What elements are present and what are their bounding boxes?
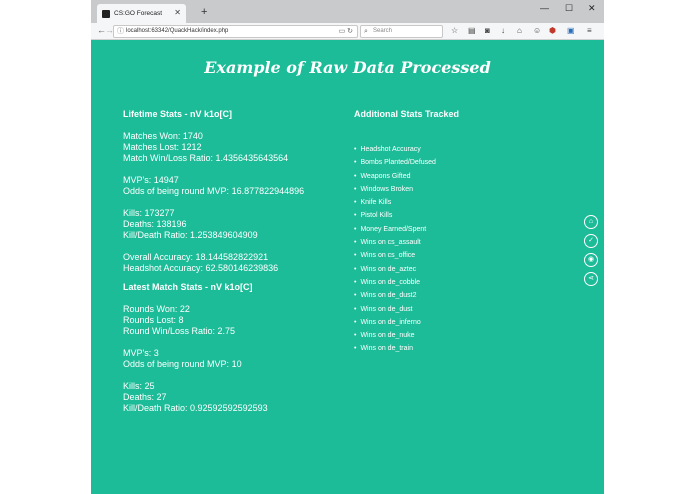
stat-line: Rounds Lost: 8: [123, 315, 184, 325]
side-nav: ⌂ ✓ ◉ ⋖: [584, 215, 598, 291]
reading-list-icon[interactable]: ▤: [468, 26, 476, 35]
list-item: Wins on de_inferno: [354, 316, 554, 329]
minimize-icon[interactable]: —: [540, 3, 549, 13]
new-tab-button[interactable]: +: [201, 6, 207, 18]
list-item: Money Earned/Spent: [354, 223, 554, 236]
favicon-icon: [102, 9, 110, 18]
stat-line: Headshot Accuracy: 62.580146239836: [123, 263, 279, 273]
additional-stats-column: Additional Stats Tracked Headshot Accura…: [354, 109, 554, 356]
nav-bar: ← → ⓘ localhost:63342/QuackHack/index.ph…: [91, 23, 604, 40]
list-item: Wins on de_dust: [354, 303, 554, 316]
stats-column: Lifetime Stats - nV k1o[C] Matches Won: …: [123, 109, 353, 414]
search-placeholder: Search: [373, 28, 393, 34]
list-item: Wins on cs_assault: [354, 236, 554, 249]
stat-line: Kills: 173277: [123, 208, 175, 218]
stat-line: MVP's: 14947: [123, 175, 179, 185]
page-title: Example of Raw Data Processed: [204, 58, 491, 77]
list-item: Windows Broken: [354, 183, 554, 196]
close-tab-icon[interactable]: ✕: [174, 8, 181, 17]
adblock-icon[interactable]: ⬢: [549, 26, 556, 35]
share-icon[interactable]: ⋖: [584, 272, 598, 286]
list-item: Bombs Planted/Defused: [354, 156, 554, 169]
additional-heading: Additional Stats Tracked: [354, 109, 460, 119]
search-icon: ⌕: [364, 28, 368, 35]
list-item: Weapons Gifted: [354, 170, 554, 183]
stat-line: Deaths: 138196: [123, 219, 187, 229]
stat-line: Kill/Death Ratio: 1.253849604909: [123, 230, 258, 240]
chat-icon[interactable]: ☺: [533, 26, 541, 35]
list-item: Wins on de_cobble: [354, 276, 554, 289]
list-item: Pistol Kills: [354, 209, 554, 222]
stat-line: Kills: 25: [123, 381, 155, 391]
check-icon[interactable]: ✓: [584, 234, 598, 248]
search-bar[interactable]: ⌕ Search: [360, 25, 443, 38]
list-item: Wins on de_dust2: [354, 289, 554, 302]
stat-line: Kill/Death Ratio: 0.92592592592593: [123, 403, 268, 413]
list-item: Wins on de_train: [354, 342, 554, 355]
stat-line: Matches Lost: 1212: [123, 142, 202, 152]
list-item: Wins on de_aztec: [354, 263, 554, 276]
stat-line: Round Win/Loss Ratio: 2.75: [123, 326, 236, 336]
stat-line: Deaths: 27: [123, 392, 167, 402]
pocket-icon[interactable]: ◙: [485, 26, 490, 35]
tab-bar: CS:GO Forecast ✕ + — ☐ ✕: [91, 0, 604, 23]
page-content: Example of Raw Data Processed Lifetime S…: [91, 40, 604, 494]
list-item: Knife Kills: [354, 196, 554, 209]
reload-icon[interactable]: ▭ ↻: [339, 26, 353, 37]
list-item: Headshot Accuracy: [354, 143, 554, 156]
stat-line: Odds of being round MVP: 10: [123, 359, 242, 369]
menu-icon[interactable]: ≡: [587, 26, 592, 35]
tab-title: CS:GO Forecast: [114, 10, 163, 17]
browser-tab[interactable]: CS:GO Forecast ✕: [97, 4, 186, 23]
stat-line: Matches Won: 1740: [123, 131, 203, 141]
list-item: Wins on cs_office: [354, 249, 554, 262]
stat-line: Match Win/Loss Ratio: 1.4356435643564: [123, 153, 289, 163]
browser-window: CS:GO Forecast ✕ + — ☐ ✕ ← → ⓘ localhost…: [91, 0, 604, 494]
stat-line: MVP's: 3: [123, 348, 159, 358]
list-item: Wins on de_nuke: [354, 329, 554, 342]
home-icon[interactable]: ⌂: [584, 215, 598, 229]
additional-list: Headshot Accuracy Bombs Planted/Defused …: [354, 143, 554, 356]
stat-line: Odds of being round MVP: 16.877822944896: [123, 186, 305, 196]
bookmark-star-icon[interactable]: ☆: [451, 26, 458, 35]
extension-icon[interactable]: ▣: [567, 26, 575, 35]
stat-line: Rounds Won: 22: [123, 304, 190, 314]
home-toolbar-icon[interactable]: ⌂: [517, 26, 522, 35]
download-icon[interactable]: ↓: [501, 26, 505, 35]
github-icon[interactable]: ◉: [584, 253, 598, 267]
latest-heading: Latest Match Stats - nV k1o[C]: [123, 282, 253, 292]
stat-line: Overall Accuracy: 18.144582822921: [123, 252, 269, 262]
maximize-icon[interactable]: ☐: [565, 3, 573, 14]
close-window-icon[interactable]: ✕: [588, 3, 596, 14]
url-bar[interactable]: ⓘ localhost:63342/QuackHack/index.php ▭ …: [113, 25, 358, 38]
url-text: localhost:63342/QuackHack/index.php: [126, 28, 229, 34]
info-icon: ⓘ: [117, 28, 124, 35]
lifetime-heading: Lifetime Stats - nV k1o[C]: [123, 109, 233, 119]
